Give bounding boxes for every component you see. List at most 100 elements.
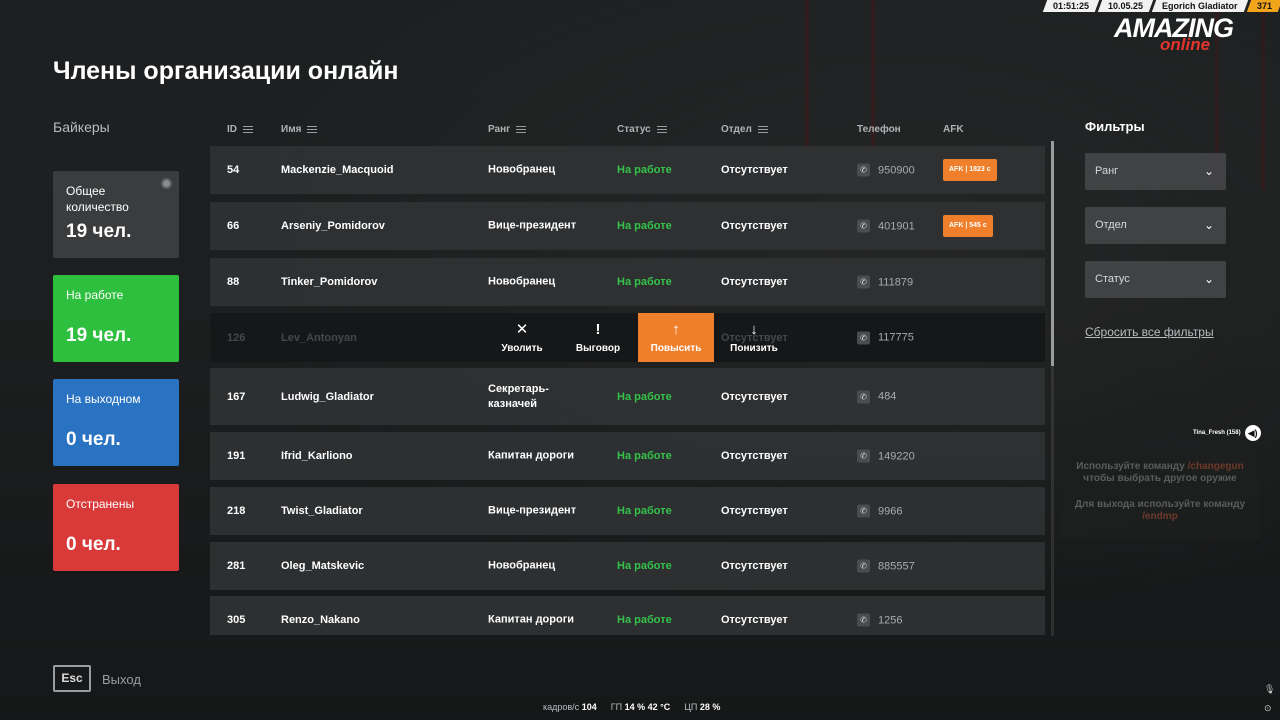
cell-rank: Вице-президент <box>488 219 577 232</box>
table-row[interactable]: 191 Ifrid_Karliono Капитан дороги На раб… <box>210 432 1045 480</box>
column-header-id[interactable]: ID <box>227 124 253 135</box>
exit-label[interactable]: Выход <box>102 672 141 687</box>
cell-phone[interactable]: ✆ 111879 <box>857 275 913 289</box>
cell-name: Oleg_Matskevic <box>281 560 365 572</box>
hud-level: 371 <box>1246 0 1280 12</box>
reset-filters-link[interactable]: Сбросить все фильтры <box>1085 325 1214 339</box>
stat-label: На работе <box>66 288 124 302</box>
stat-card-off-duty[interactable]: На выходном 0 чел. <box>53 379 179 466</box>
cell-phone[interactable]: ✆ 9966 <box>857 504 902 518</box>
game-logo: AMAZING online <box>1114 15 1269 60</box>
table-scrollbar[interactable] <box>1051 141 1054 636</box>
phone-number: 950900 <box>878 164 915 176</box>
page-title: Члены организации онлайн <box>53 57 399 85</box>
cell-name: Renzo_Nakano <box>281 614 360 626</box>
cell-status: На работе <box>617 164 672 176</box>
phone-number: 484 <box>878 390 897 403</box>
sort-icon <box>516 126 527 133</box>
phone-icon: ✆ <box>857 559 870 573</box>
cell-rank: Новобранец <box>488 275 556 288</box>
cell-id: 66 <box>227 220 240 232</box>
filter-dept-select[interactable]: Отдел ⌄ <box>1085 207 1226 244</box>
reprimand-button[interactable]: ! Выговор <box>562 313 634 362</box>
column-header-label: Статус <box>617 124 651 135</box>
column-header-dept[interactable]: Отдел <box>721 124 768 135</box>
column-header-status[interactable]: Статус <box>617 124 667 135</box>
cell-id: 281 <box>227 560 246 572</box>
cell-afk: AFK | 1823 с <box>943 159 997 181</box>
cell-name: Lev_Antonyan <box>281 331 357 344</box>
table-row[interactable]: 305 Renzo_Nakano Капитан дороги На работ… <box>210 596 1045 635</box>
cell-status: На работе <box>617 560 672 572</box>
table-row[interactable]: 167 Ludwig_Gladiator Секретарь-казначей … <box>210 368 1045 425</box>
table-row[interactable]: 281 Oleg_Matskevic Новобранец На работе … <box>210 542 1045 590</box>
promote-button[interactable]: ↑ Повысить <box>638 313 714 362</box>
stat-value: 19 чел. <box>66 221 132 242</box>
stat-value: 0 чел. <box>66 429 121 450</box>
esc-button[interactable]: Esc <box>53 665 91 692</box>
speaker-icon: ◀) <box>1244 425 1261 441</box>
hud-time: 01:51:25 <box>1043 0 1100 12</box>
phone-number: 149220 <box>878 450 915 462</box>
members-table[interactable]: 54 Mackenzie_Macquoid Новобранец На рабо… <box>210 146 1045 635</box>
column-header-rank[interactable]: Ранг <box>488 124 527 135</box>
phone-icon: ✆ <box>857 504 870 518</box>
cell-phone[interactable]: ✆ 117775 <box>857 331 914 344</box>
cell-afk: AFK | 545 с <box>943 215 993 237</box>
column-header-name[interactable]: Имя <box>281 124 318 135</box>
hint-text: Для выхода используйте команду <box>1074 499 1246 510</box>
cell-phone[interactable]: ✆ 149220 <box>857 449 915 463</box>
table-row[interactable]: 218 Twist_Gladiator Вице-президент На ра… <box>210 487 1045 535</box>
table-row[interactable]: 54 Mackenzie_Macquoid Новобранец На рабо… <box>210 146 1045 194</box>
table-row[interactable]: 66 Arseniy_Pomidorov Вице-президент На р… <box>210 202 1045 250</box>
column-header-label: ID <box>227 124 237 135</box>
cell-rank: Капитан дороги <box>488 449 575 462</box>
cell-phone[interactable]: ✆ 484 <box>857 390 896 403</box>
filter-status-select[interactable]: Статус ⌄ <box>1085 261 1226 298</box>
column-header-label: Телефон <box>857 124 901 135</box>
afk-badge: AFK | 545 с <box>943 215 993 237</box>
table-row[interactable]: 88 Tinker_Pomidorov Новобранец На работе… <box>210 258 1045 306</box>
arrow-up-icon: ↑ <box>672 320 680 338</box>
filter-rank-select[interactable]: Ранг ⌄ <box>1085 153 1226 190</box>
phone-icon: ✆ <box>857 613 870 627</box>
cell-rank: Секретарь-казначей <box>488 382 549 410</box>
hud-bar: 01:51:25 10.05.25 Egorich Gladiator 371 <box>1042 0 1280 12</box>
cell-dept: Отсутствует <box>721 614 788 626</box>
cell-id: 126 <box>227 331 246 344</box>
cell-dept: Отсутствует <box>721 390 788 403</box>
cell-phone[interactable]: ✆ 401901 <box>857 219 915 233</box>
performance-overlay: кадров/с 104 ГП 14 % 42 °C ЦП 28 % <box>543 702 720 712</box>
cell-name: Ludwig_Gladiator <box>281 390 374 403</box>
demote-button[interactable]: ↓ Понизить <box>718 313 790 362</box>
info-dot-icon[interactable] <box>161 178 172 189</box>
stat-card-working[interactable]: На работе 19 чел. <box>53 275 179 362</box>
cell-id: 54 <box>227 164 240 176</box>
stat-label: На выходном <box>66 392 141 406</box>
cell-phone[interactable]: ✆ 885557 <box>857 559 915 573</box>
select-label: Отдел <box>1095 219 1127 231</box>
sort-icon <box>656 126 667 133</box>
column-header-label: Отдел <box>721 124 752 135</box>
cell-status: На работе <box>617 450 672 462</box>
phone-icon: ✆ <box>857 390 870 403</box>
cell-phone[interactable]: ✆ 1256 <box>857 613 903 627</box>
cell-phone[interactable]: ✆ 950900 <box>857 163 915 177</box>
table-row-selected[interactable]: 126 Lev_Antonyan Отсутствует ✆ 117775 ✕ У… <box>210 313 1045 362</box>
cell-id: 88 <box>227 276 240 288</box>
fire-button[interactable]: ✕ Уволить <box>486 313 558 362</box>
phone-icon: ✆ <box>857 331 870 344</box>
gpu-readout: ГП 14 % 42 °C <box>610 702 671 712</box>
cell-dept: Отсутствует <box>721 276 788 288</box>
sort-icon <box>243 126 253 133</box>
stat-card-suspended[interactable]: Отстранены 0 чел. <box>53 484 179 571</box>
cell-rank: Новобранец <box>488 163 556 176</box>
voice-speaker-name: Tina_Fresh (158) <box>1193 430 1241 436</box>
scrollbar-thumb[interactable] <box>1051 141 1054 366</box>
cell-rank: Вице-президент <box>488 504 577 517</box>
phone-icon: ✆ <box>857 219 870 233</box>
hint-text: чтобы выбрать другое оружие <box>1083 473 1237 484</box>
stat-label: Отстранены <box>66 497 135 511</box>
phone-number: 1256 <box>878 614 903 626</box>
chevron-down-icon: ⌄ <box>1203 164 1214 178</box>
